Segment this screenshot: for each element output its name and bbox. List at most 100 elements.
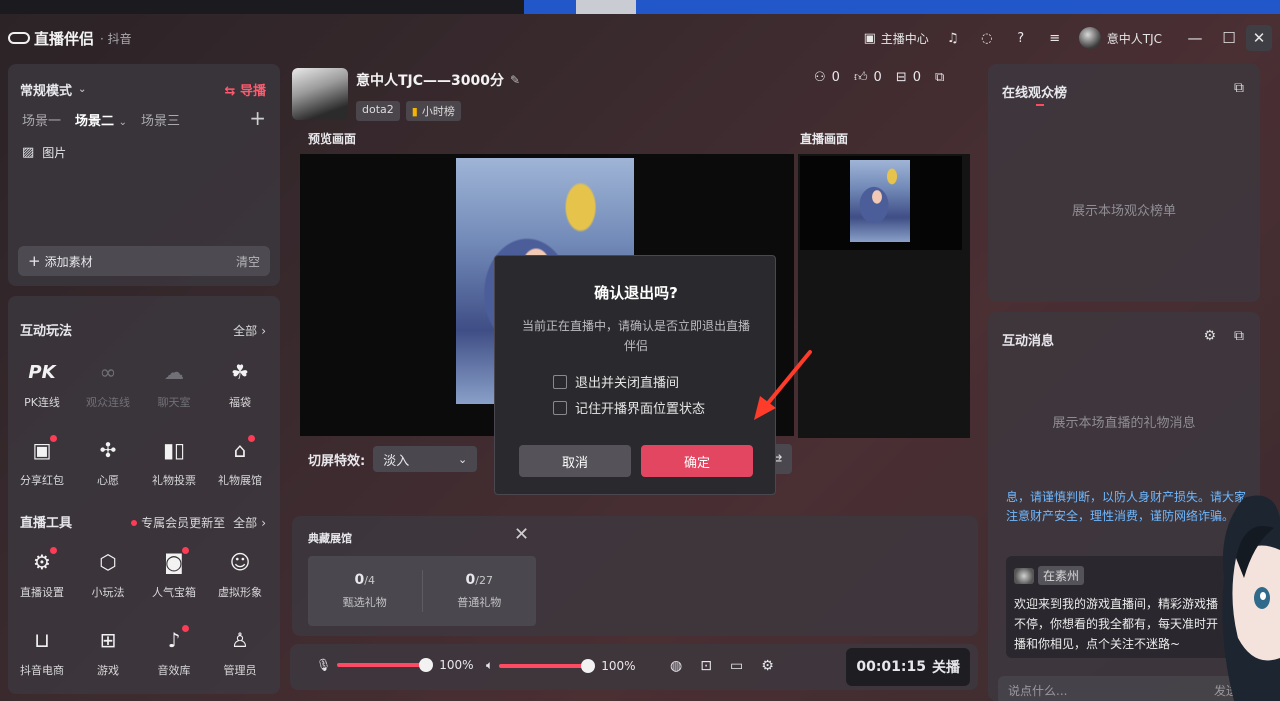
collection-title: 典藏展馆: [308, 532, 352, 545]
live-tools-row-2: ⊔ 抖音电商 ⊞ 游戏 ♪ 音效库 ♙ 管理员: [8, 625, 280, 678]
tool-label: 虚拟形象: [218, 586, 262, 599]
slider-knob[interactable]: [581, 658, 596, 673]
audience-empty: 展示本场观众榜单: [1071, 204, 1176, 219]
source-item-image[interactable]: ▨ 图片: [22, 144, 66, 161]
tool-virtual-avatar[interactable]: ☺ 虚拟形象: [208, 548, 272, 600]
rank-tag-label: 小时榜: [421, 105, 455, 118]
close-button[interactable]: ✕: [1246, 25, 1272, 51]
screen-capture-icon[interactable]: ⊡: [700, 658, 712, 674]
mic-volume-slider[interactable]: [337, 658, 434, 672]
audience-link-icon: ∞: [99, 360, 117, 384]
swap-icon: ⇆: [224, 84, 236, 99]
interactive-all-link[interactable]: 全部 ›: [233, 322, 266, 339]
speaker-icon[interactable]: 🔈︎: [486, 658, 493, 673]
rank-tag[interactable]: ▮ 小时榜: [405, 101, 461, 121]
clear-button[interactable]: 清空: [236, 253, 260, 270]
tool-lucky-bag[interactable]: ☘ 福袋: [208, 358, 272, 410]
interactive-all-label: 全部: [233, 324, 258, 338]
slider-knob[interactable]: [419, 658, 434, 672]
microphone-icon[interactable]: 🎙︎: [316, 658, 331, 672]
tool-audience-link[interactable]: ∞ 观众连线: [76, 358, 140, 410]
add-material-button[interactable]: + 添加素材: [28, 252, 93, 270]
tab-scene-2-label: 场景二: [75, 114, 115, 129]
image-icon: ▨: [22, 145, 35, 160]
speaker-volume-slider[interactable]: [499, 658, 596, 673]
live-timer-button[interactable]: 00:01:15 关播: [846, 648, 970, 686]
normal-gifts[interactable]: 0/27 普通礼物: [423, 556, 537, 626]
option-remember-layout[interactable]: 记住开播界面位置状态: [553, 398, 705, 417]
edit-icon[interactable]: ✎: [510, 73, 520, 87]
tab-scene-3[interactable]: 场景三: [141, 110, 180, 129]
tool-gift-gallery[interactable]: ⌂ 礼物展馆: [208, 435, 272, 488]
maximize-button[interactable]: ☐: [1212, 20, 1246, 56]
transition-effect-value: 淡入: [383, 453, 410, 469]
tab-scene-1[interactable]: 场景一: [22, 110, 61, 129]
tool-chatroom[interactable]: ☁ 聊天室: [142, 358, 206, 410]
normal-gifts-label: 普通礼物: [457, 596, 502, 609]
close-icon[interactable]: ✕: [514, 524, 529, 545]
cancel-button[interactable]: 取消: [519, 445, 631, 477]
share-icon[interactable]: ⧉: [935, 70, 944, 85]
tool-admin[interactable]: ♙ 管理员: [208, 626, 272, 678]
member-update-notice: 专属会员更新至: [141, 516, 226, 530]
beauty-icon[interactable]: ◍: [670, 658, 682, 674]
checkbox[interactable]: [553, 374, 567, 389]
tab-scene-2[interactable]: 场景二 ⌄: [75, 110, 127, 129]
menu-icon[interactable]: ≡: [1047, 30, 1063, 46]
settings-icon[interactable]: ⚙: [1203, 328, 1216, 344]
add-material-bar: + 添加素材 清空: [18, 246, 270, 276]
rank-bars-icon: ▮: [411, 105, 418, 118]
tool-red-packet[interactable]: ▣ 分享红包: [10, 435, 74, 488]
transition-effect-select[interactable]: 淡入 ⌄: [373, 446, 478, 472]
chat-input[interactable]: 说点什么... 发送: [998, 676, 1248, 701]
selected-gifts[interactable]: 0/4 甄选礼物: [308, 556, 422, 626]
speaker-control: 🔈︎ 100%: [486, 658, 636, 673]
tool-shop[interactable]: ⊔ 抖音电商: [10, 626, 74, 678]
host-avatar[interactable]: [292, 68, 348, 120]
notification-dot: [50, 435, 57, 442]
viewers-count: 0: [831, 70, 840, 85]
live-tools-header-right: 专属会员更新至 全部 ›: [131, 514, 266, 531]
tool-pk[interactable]: PK PK连线: [10, 358, 74, 410]
tool-game[interactable]: ⊞ 游戏: [76, 626, 140, 678]
minimize-button[interactable]: —: [1178, 20, 1212, 56]
tool-treasure-box[interactable]: ◙ 人气宝箱: [142, 547, 206, 600]
message-icon[interactable]: ◌: [979, 30, 995, 46]
add-scene-button[interactable]: +: [249, 106, 266, 130]
tool-label: 抖音电商: [20, 664, 64, 677]
mode-selector[interactable]: 常规模式 ⌄: [20, 80, 86, 99]
gift-vote-icon: ▮▯: [162, 438, 185, 462]
messages-title: 互动消息: [1002, 334, 1055, 349]
live-settings-icon: ⚙: [28, 547, 57, 576]
tool-label: PK连线: [24, 396, 60, 409]
settings-icon[interactable]: ⚙: [761, 658, 774, 674]
thumbs-up-icon: 👍︎: [853, 70, 868, 85]
tool-wish[interactable]: ✣ 心愿: [76, 436, 140, 488]
game-tag[interactable]: dota2: [356, 101, 400, 121]
popout-icon[interactable]: ⧉: [1234, 328, 1244, 344]
guide-button[interactable]: ⇆ 导播: [225, 80, 266, 99]
live-label: 直播画面: [800, 132, 849, 146]
confirm-button[interactable]: 确定: [641, 445, 753, 477]
chat-user[interactable]: 在素州: [1014, 566, 1085, 585]
gifts-stat: ⊟ 0: [896, 70, 921, 85]
tool-mini-game[interactable]: ⬡ 小玩法: [76, 548, 140, 600]
help-icon[interactable]: ?: [1013, 30, 1029, 46]
camera-icon[interactable]: ▭: [730, 658, 743, 674]
tool-gift-vote[interactable]: ▮▯ 礼物投票: [142, 436, 206, 488]
treasure-box-icon: ◙: [160, 547, 189, 576]
tool-sound-effects[interactable]: ♪ 音效库: [142, 625, 206, 678]
gamepad-icon: ⊞: [99, 628, 117, 652]
dialog-title: 确认退出吗?: [594, 284, 678, 302]
tool-live-settings[interactable]: ⚙ 直播设置: [10, 547, 74, 600]
headset-icon[interactable]: ♫: [945, 30, 961, 46]
user-profile[interactable]: 意中人TJC: [1078, 27, 1162, 49]
option-close-room[interactable]: 退出并关闭直播间: [553, 372, 679, 391]
logo-icon: [8, 32, 30, 44]
checkbox[interactable]: [553, 400, 567, 415]
creator-center-button[interactable]: ▣ 主播中心: [862, 30, 929, 47]
popout-icon[interactable]: ⧉: [1234, 80, 1244, 96]
admin-icon: ♙: [231, 628, 249, 652]
live-tools-all-link[interactable]: 全部: [233, 514, 257, 531]
audience-panel: 在线观众榜 ⧉ 展示本场观众榜单: [988, 64, 1260, 302]
